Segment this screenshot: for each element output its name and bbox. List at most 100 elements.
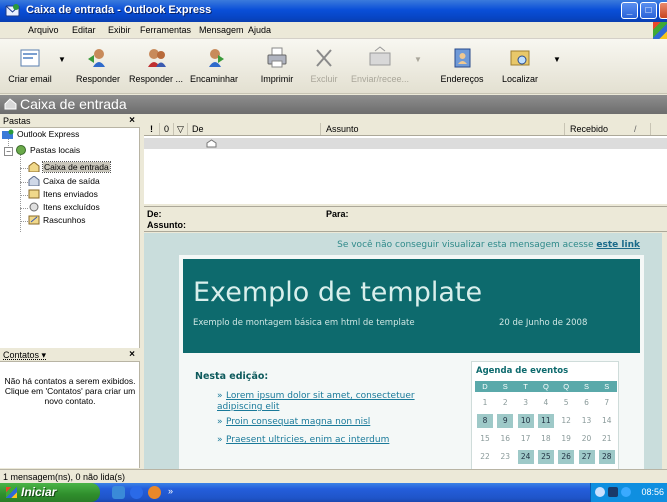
tree-item-outlook-express[interactable]: Outlook Express [2,129,79,141]
send-receive-button[interactable]: Enviar/recee... [348,41,412,91]
send-receive-dropdown-icon[interactable]: ▼ [414,55,422,64]
security-icon[interactable] [621,487,631,497]
volume-icon[interactable] [608,487,618,497]
calendar-day[interactable]: 28 [598,450,615,464]
outlook-express-icon [2,129,14,139]
create-dropdown-icon[interactable]: ▼ [58,55,66,64]
deleted-items-icon [29,202,39,212]
bullet-icon: » [217,391,223,401]
priority-column-header[interactable]: ! [150,124,153,134]
reply-button[interactable]: Responder [72,41,124,91]
menu-arquivo[interactable]: Arquivo [28,25,59,35]
calendar-day: 19 [561,434,571,443]
windows-logo-icon [653,22,667,39]
show-desktop-icon[interactable] [112,486,125,499]
media-player-icon[interactable] [148,486,161,499]
find-icon [510,50,530,66]
menu-ajuda[interactable]: Ajuda [248,25,271,35]
template-title: Exemplo de template [193,277,483,308]
calendar-day[interactable]: 9 [497,414,514,428]
contacts-pane-header: Contatos ▾ × [0,348,140,362]
bullet-icon: » [217,435,223,445]
start-button[interactable]: Iniciar [0,483,100,502]
menu-ferramentas[interactable]: Ferramentas [140,25,191,35]
calendar-day: 21 [602,434,612,443]
menu-exibir[interactable]: Exibir [108,25,131,35]
agenda-title: Agenda de eventos [476,366,569,376]
received-column-header[interactable]: Recebido [570,124,608,134]
close-contacts-pane-button[interactable]: × [129,349,135,360]
calendar-day[interactable]: 26 [558,450,575,464]
edition-item-link[interactable]: » Praesent ultricies, enim ac interdum [217,435,447,446]
from-column-header[interactable]: De [192,124,204,134]
print-button[interactable]: Imprimir [254,41,300,91]
calendar-day: 5 [563,398,569,407]
tree-item-drafts[interactable]: Rascunhos [28,215,86,227]
weekday-label: Q [563,382,570,391]
calendar-day: 14 [602,416,612,425]
reply-all-button[interactable]: Responder ... [126,41,186,91]
folder-title: Caixa de entrada [20,96,127,112]
preview-scrollbar[interactable] [662,233,667,469]
attachment-column-header[interactable]: 0 [164,124,169,134]
minimize-button[interactable]: _ [621,2,638,19]
maximize-button[interactable]: □ [640,2,657,19]
delete-button[interactable]: Excluir [302,41,346,91]
find-dropdown-icon[interactable]: ▼ [553,55,561,64]
system-tray: 08:56 [590,483,667,502]
no-contacts-message: Não há contatos a serem exibidos. Clique… [4,376,136,406]
tree-item-local-folders[interactable]: Pastas locais [15,145,80,157]
email-template: Exemplo de template Exemplo de montagem … [179,255,644,469]
forward-button[interactable]: Encaminhar [186,41,242,91]
contacts-pane: Não há contatos a serem exibidos. Clique… [0,362,140,468]
weekday-label: S [604,382,610,391]
flag-column-header[interactable]: ▽ [177,124,184,135]
window-title: Caixa de entrada - Outlook Express [26,4,212,16]
calendar-day: 2 [502,398,508,407]
message-list-header: ! 0 ▽ De Assunto Recebido / [144,122,667,136]
edition-item-link[interactable]: » Proin consequat magna non nisl [217,417,447,428]
quick-launch-overflow-icon[interactable]: » [168,486,173,496]
close-button[interactable] [659,2,667,19]
edition-item-link[interactable]: » Lorem ipsum dolor sit amet, consectetue… [217,391,447,413]
calendar-day: 4 [543,398,549,407]
contacts-dropdown[interactable]: Contatos ▾ [3,350,46,361]
calendar-day: 15 [480,434,490,443]
calendar-day[interactable]: 8 [477,414,493,428]
weekday-label: S [502,382,508,391]
find-button[interactable]: Localizar [494,41,546,91]
send-receive-icon [369,46,391,66]
addresses-button[interactable]: Endereços [434,41,490,91]
clock: 08:56 [641,487,664,497]
tree-item-deleted-items[interactable]: Itens excluídos [28,202,100,214]
windows-flag-icon [6,487,17,498]
calendar-day[interactable]: 10 [517,414,534,428]
calendar-day[interactable]: 11 [537,414,554,428]
tree-item-inbox[interactable]: Caixa de entrada [28,161,111,174]
tree-item-outbox[interactable]: Caixa de saída [28,176,100,188]
calendar-day[interactable]: 24 [517,450,534,464]
calendar-day[interactable]: 25 [537,450,554,464]
close-folders-pane-button[interactable]: × [129,115,135,126]
menu-editar[interactable]: Editar [72,25,96,35]
calendar-day: 12 [561,416,571,425]
printer-icon [267,47,287,68]
subject-column-header[interactable]: Assunto [326,124,359,134]
weekday-label: S [583,382,589,391]
collapse-local-folders-icon[interactable]: − [4,147,13,156]
message-row[interactable] [144,138,667,149]
tree-item-sent-items[interactable]: Itens enviados [28,189,98,201]
message-preview: Se você não conseguir visualizar esta me… [144,233,662,469]
folder-header: Caixa de entrada [0,95,667,114]
calendar-day[interactable]: 27 [578,450,595,464]
menu-mensagem[interactable]: Mensagem [199,25,244,35]
network-icon[interactable] [595,487,605,497]
calendar-day: 6 [584,398,589,407]
internet-explorer-icon[interactable] [130,486,143,499]
events-calendar: Agenda de eventos DSTQQSS 1 2 3 4 5 6 7 8 9 10 11 1… [471,361,619,469]
inbox-icon [4,98,17,110]
create-email-button[interactable]: Criar email [6,41,54,91]
view-online-link[interactable]: este link [596,240,640,250]
calendar-day: 3 [523,398,528,407]
sent-items-icon [28,189,40,199]
